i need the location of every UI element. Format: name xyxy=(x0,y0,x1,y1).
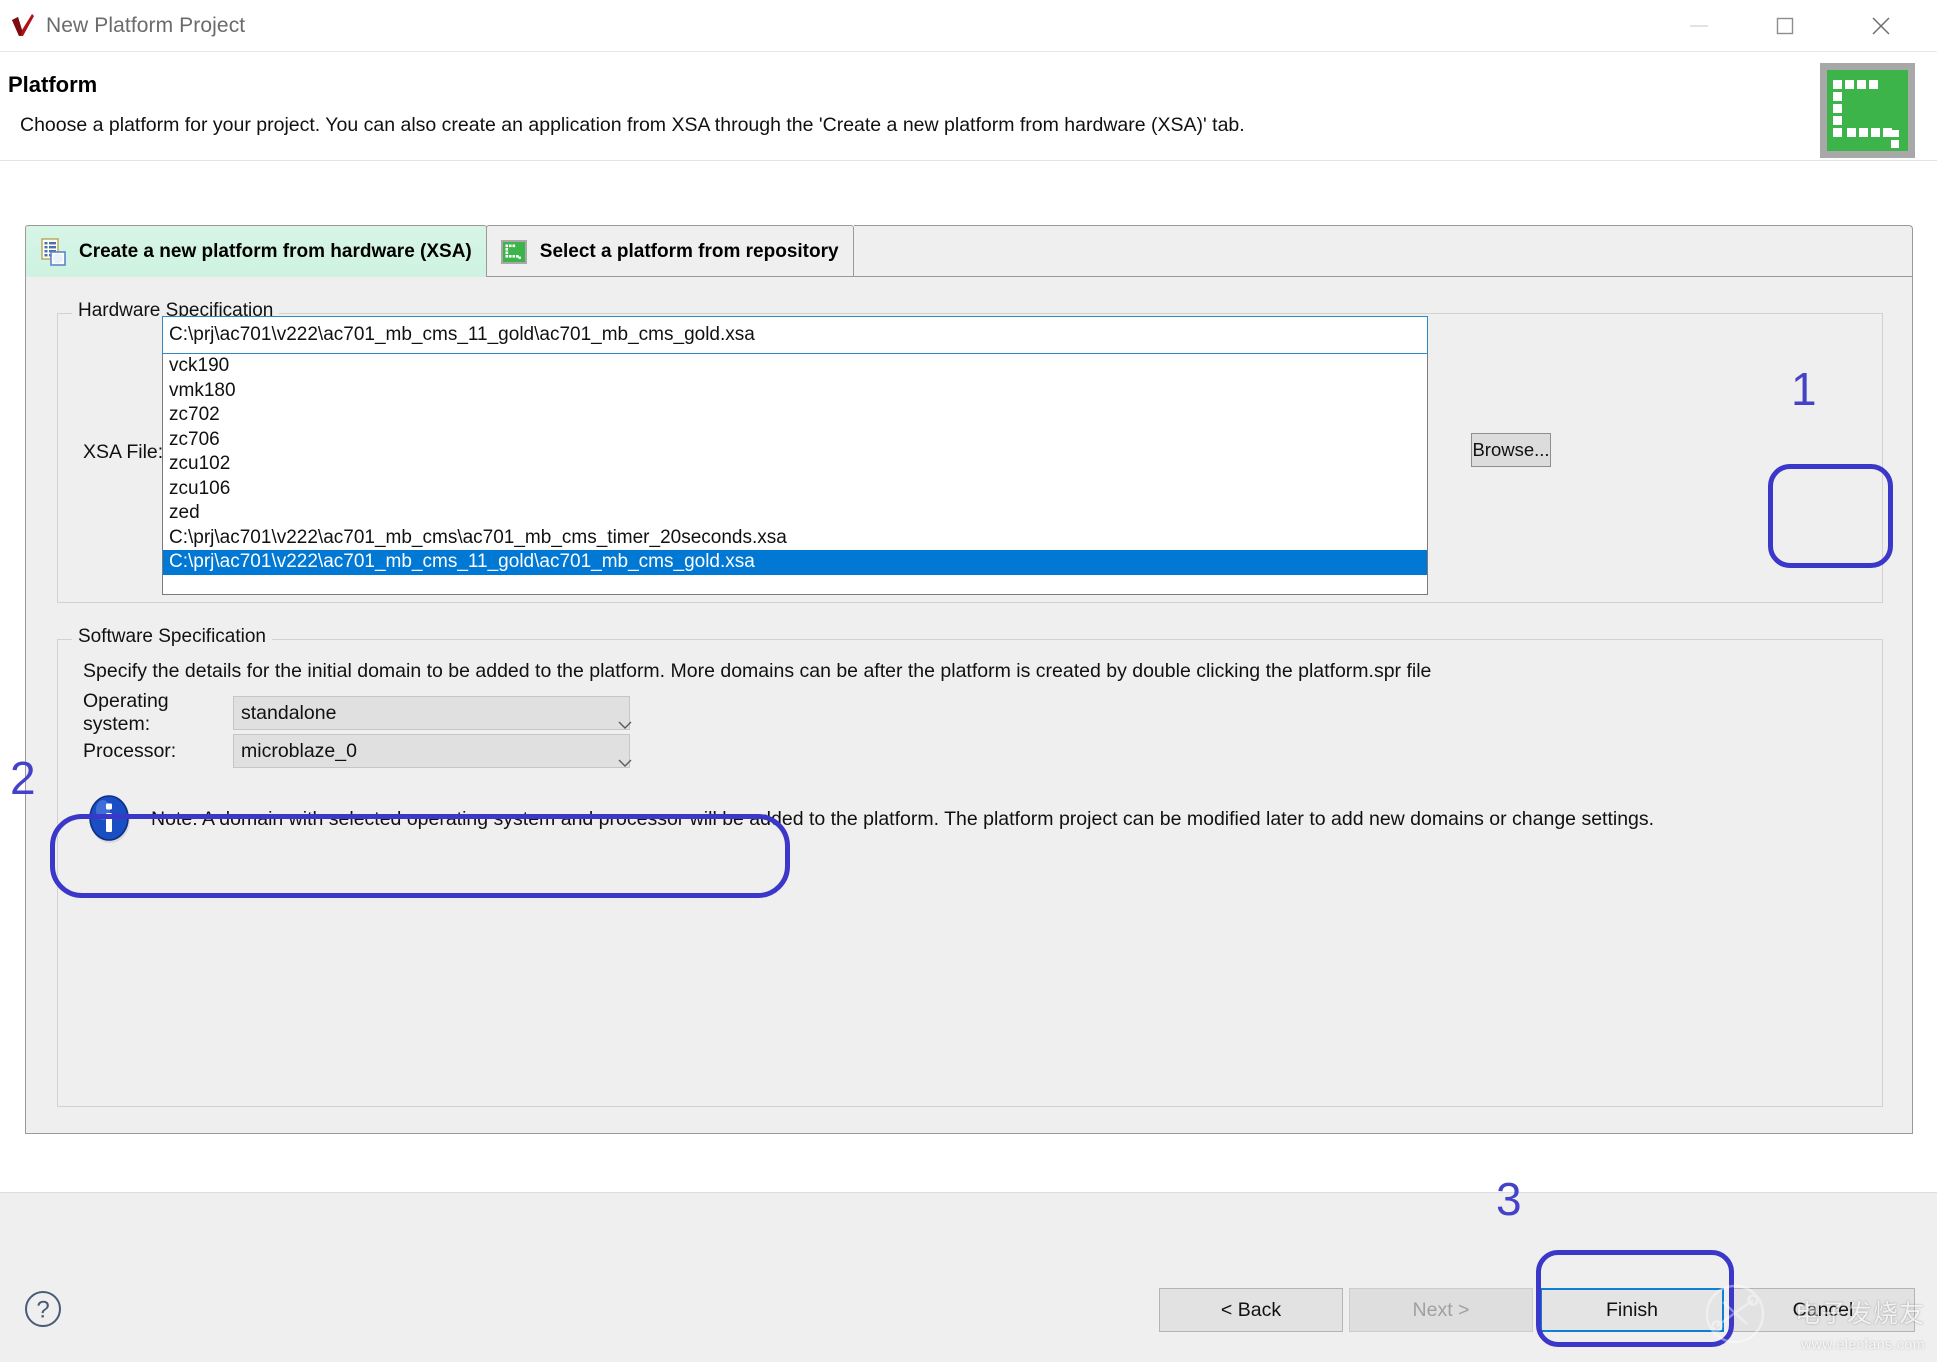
header-divider xyxy=(0,160,1937,161)
xsa-file-input-value: C:\prj\ac701\v222\ac701_mb_cms_11_gold\a… xyxy=(169,324,755,345)
new-platform-from-hardware-icon xyxy=(38,237,68,267)
finish-button[interactable]: Finish xyxy=(1540,1288,1724,1332)
help-question-icon[interactable]: ? xyxy=(22,1288,64,1330)
new-platform-project-dialog: New Platform Project Platform Choose a p… xyxy=(0,0,1937,1362)
list-item[interactable]: C:\prj\ac701\v222\ac701_mb_cms\ac701_mb_… xyxy=(163,526,1427,551)
xsa-file-label: XSA File: xyxy=(83,441,164,463)
minimize-button[interactable] xyxy=(1665,0,1733,52)
software-specification-title: Software Specification xyxy=(72,626,272,648)
tab-content-panel: Hardware Specification XSA File: C:\prj\… xyxy=(25,276,1913,1134)
tab-label: Select a platform from repository xyxy=(539,240,839,262)
operating-system-select[interactable]: standalone xyxy=(233,696,632,730)
software-specification-description: Specify the details for the initial doma… xyxy=(83,660,1432,682)
list-item[interactable]: zed xyxy=(163,501,1427,526)
note-text: Note: A domain with selected operating s… xyxy=(151,807,1655,830)
dialog-footer xyxy=(0,1193,1937,1362)
svg-text:?: ? xyxy=(36,1297,49,1324)
list-item[interactable]: zc706 xyxy=(163,428,1427,453)
xsa-file-dropdown-list[interactable]: vck190 vmk180 zc702 zc706 zcu102 zcu106 … xyxy=(162,354,1428,595)
page-title: Platform xyxy=(8,72,98,97)
tab-label: Create a new platform from hardware (XSA… xyxy=(79,240,472,262)
title-bar: New Platform Project xyxy=(0,0,1937,52)
browse-button[interactable]: Browse... xyxy=(1471,433,1551,467)
tab-select-platform-from-repository[interactable]: Select a platform from repository xyxy=(485,225,854,277)
footer-divider xyxy=(0,1192,1937,1193)
cancel-button[interactable]: Cancel xyxy=(1731,1288,1915,1332)
window-title: New Platform Project xyxy=(46,13,246,37)
annotation-number-3: 3 xyxy=(1496,1173,1522,1225)
close-icon[interactable] xyxy=(1847,0,1915,52)
processor-label: Processor: xyxy=(83,739,177,762)
operating-system-label: Operating system: xyxy=(83,690,169,735)
processor-select[interactable]: microblaze_0 xyxy=(233,734,632,768)
info-icon xyxy=(83,792,137,846)
list-item[interactable]: zcu106 xyxy=(163,477,1427,502)
tab-strip: Create a new platform from hardware (XSA… xyxy=(25,225,1913,277)
maximize-button[interactable] xyxy=(1751,0,1819,52)
tab-create-new-platform-from-hardware[interactable]: Create a new platform from hardware (XSA… xyxy=(25,225,487,277)
list-item[interactable]: vck190 xyxy=(163,354,1427,379)
list-item[interactable]: zcu102 xyxy=(163,452,1427,477)
operating-system-value: standalone xyxy=(241,701,337,724)
xsa-file-input[interactable]: C:\prj\ac701\v222\ac701_mb_cms_11_gold\a… xyxy=(162,316,1428,354)
tab-strip-filler xyxy=(853,225,1913,277)
xilinx-vitis-green-logo xyxy=(1820,63,1915,158)
vitis-checkmark-icon xyxy=(8,11,38,41)
list-item[interactable]: vmk180 xyxy=(163,379,1427,404)
back-button[interactable]: < Back xyxy=(1159,1288,1343,1332)
platform-repository-icon xyxy=(499,237,529,267)
hardware-specification-group: Hardware Specification XSA File: C:\prj\… xyxy=(57,300,1883,603)
operating-system-row: Operating system: standalone xyxy=(83,690,632,735)
annotation-number-2: 2 xyxy=(10,752,36,804)
list-item[interactable]: zc702 xyxy=(163,403,1427,428)
processor-value: microblaze_0 xyxy=(241,739,357,762)
next-button: Next > xyxy=(1349,1288,1533,1332)
annotation-number-1: 1 xyxy=(1791,363,1817,415)
page-description: Choose a platform for your project. You … xyxy=(20,114,1245,136)
processor-row: Processor: microblaze_0 xyxy=(83,734,632,768)
note-row: Note: A domain with selected operating s… xyxy=(83,792,1654,846)
software-specification-group: Software Specification Specify the detai… xyxy=(57,626,1883,1107)
list-item-selected[interactable]: C:\prj\ac701\v222\ac701_mb_cms_11_gold\a… xyxy=(163,550,1427,575)
